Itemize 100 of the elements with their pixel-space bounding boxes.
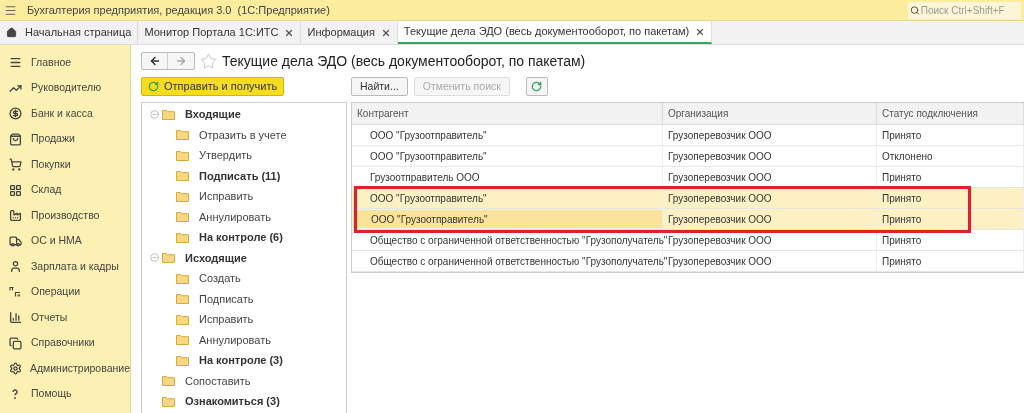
tab-label: Информация	[307, 25, 375, 41]
refresh-icon	[148, 81, 159, 92]
table-cell: ООО "Грузоотправитель"	[352, 146, 663, 166]
sidebar-item[interactable]: Склад	[31, 182, 62, 199]
close-icon[interactable]	[380, 27, 391, 38]
table-cell: ООО "Грузоотправитель"	[352, 188, 663, 208]
tree-item[interactable]: Отразить в учете	[199, 126, 287, 143]
tree-item[interactable]: Исходящие	[185, 249, 247, 266]
table-cell: Принято	[877, 188, 1024, 208]
sidebar-item[interactable]: Руководителю	[31, 80, 102, 97]
tree-item[interactable]: Подписать	[199, 290, 254, 307]
folder-icon	[176, 334, 189, 346]
refresh-button[interactable]	[525, 77, 548, 96]
table-row[interactable]: ООО "Грузоотправитель" Грузоперевозчик ООО Отклонено	[352, 146, 1024, 167]
sidebar-item[interactable]: ОС и НМА	[31, 233, 82, 250]
tree-item[interactable]: Создать	[199, 270, 241, 287]
sidebar-item[interactable]: Производство	[31, 207, 100, 224]
column-header[interactable]: Статус подключения	[877, 103, 1024, 124]
tab-label: Текущие дела ЭДО (весь документооборот, по пакетам)	[403, 24, 690, 40]
folder-icon	[176, 272, 189, 284]
folder-icon	[176, 211, 189, 223]
bar-chart-icon	[9, 311, 22, 325]
sidebar-item[interactable]: Справочники	[31, 335, 95, 352]
close-icon[interactable]	[695, 26, 706, 37]
table-row[interactable]: Общество с ограниченной ответственностью "Грузополучатель"Грузоперевозчик ООО Принято	[352, 251, 1024, 272]
search-icon	[910, 4, 920, 16]
tab[interactable]: Монитор Портала 1С:ИТС	[138, 21, 302, 44]
tree-item[interactable]: На контроле (6)	[199, 229, 283, 246]
tab-label: Монитор Портала 1С:ИТС	[144, 25, 279, 41]
folder-icon	[162, 375, 175, 387]
table-cell: Принято	[877, 230, 1024, 250]
column-header[interactable]: Организация	[663, 103, 877, 124]
table-row[interactable]: ООО "Грузоотправитель" Грузоперевозчик ООО Принято	[352, 125, 1024, 146]
table-cell: Принято	[877, 167, 1024, 187]
truck-icon	[9, 234, 22, 248]
folder-icon	[176, 149, 189, 161]
tree-item[interactable]: Сопоставить	[185, 372, 251, 389]
folder-icon	[162, 252, 175, 264]
tree-item[interactable]: Аннулировать	[199, 208, 271, 225]
table-row[interactable]: ООО "Грузоотправитель" Грузоперевозчик ООО Принято	[352, 188, 1024, 209]
folder-icon	[162, 108, 175, 120]
tree-item[interactable]: Утвердить	[199, 147, 253, 164]
table-cell: Грузоотправитель ООО	[352, 167, 663, 187]
tree-item[interactable]: Подписать (11)	[199, 167, 281, 184]
sidebar-item[interactable]: Администрирование	[29, 360, 130, 377]
folder-icon	[176, 190, 189, 202]
tab[interactable]: Текущие дела ЭДО (весь документооборот, по пакетам)	[397, 21, 713, 44]
tree-item[interactable]: На контроле (3)	[199, 352, 283, 369]
tree-item[interactable]: Исправить	[199, 188, 254, 205]
sidebar-item[interactable]: Помощь	[31, 386, 72, 403]
settings-icon	[9, 362, 22, 376]
form-title: Текущие дела ЭДО (весь документооборот, по пакетам)	[222, 51, 586, 71]
table-cell: Принято	[877, 209, 1024, 229]
menu-icon	[9, 56, 22, 70]
tab[interactable]: Информация	[301, 21, 398, 44]
cart-icon	[9, 158, 22, 172]
table-cell: Грузоперевозчик ООО	[663, 188, 877, 208]
table-cell: Принято	[877, 251, 1024, 271]
sidebar-item[interactable]: Отчеты	[31, 309, 68, 326]
forward-arrow-icon	[175, 55, 187, 67]
tab[interactable]: Начальная страница	[0, 21, 139, 44]
column-header[interactable]: Контрагент	[352, 103, 663, 124]
grid-icon	[9, 183, 22, 197]
app-title: Бухгалтерия предприятия, редакция 3.0 (1С:Предприятие)	[27, 2, 330, 18]
table-cell: ООО "Грузоотправитель"	[352, 209, 663, 229]
tree-item[interactable]: Входящие	[185, 106, 241, 123]
sidebar-item[interactable]: Операции	[31, 284, 81, 301]
table-cell: Грузоперевозчик ООО	[663, 146, 877, 166]
tree-item[interactable]: Исправить	[199, 311, 254, 328]
folder-icon	[162, 395, 175, 407]
search-field[interactable]: Поиск Ctrl+Shift+F	[908, 1, 1021, 19]
coin-icon	[9, 107, 22, 121]
table-cell: Отклонено	[877, 146, 1024, 166]
folder-icon	[176, 313, 189, 325]
folder-icon	[176, 354, 189, 366]
folder-icon	[176, 231, 189, 243]
folder-icon	[176, 129, 189, 141]
tree-item[interactable]: Аннулировать	[199, 331, 271, 348]
person-icon	[9, 260, 22, 274]
home-icon	[6, 27, 17, 38]
table-cell: Принято	[877, 125, 1024, 145]
tree-item[interactable]: Ознакомиться (3)	[185, 393, 280, 410]
send-receive-button[interactable]: Отправить и получить	[141, 77, 285, 96]
sidebar-item[interactable]: Банк и касса	[31, 105, 93, 122]
sidebar-item[interactable]: Главное	[31, 54, 72, 71]
table-cell: Грузоперевозчик ООО	[663, 209, 877, 229]
find-button[interactable]: Найти...	[351, 77, 408, 96]
sidebar-item[interactable]: Зарплата и кадры	[31, 258, 119, 275]
help-icon	[9, 388, 21, 401]
back-arrow-icon	[148, 55, 161, 67]
books-icon	[9, 336, 22, 350]
menu-icon[interactable]	[4, 3, 17, 17]
sidebar-item[interactable]: Продажи	[31, 131, 75, 148]
refresh-icon	[531, 81, 543, 92]
close-icon[interactable]	[284, 27, 295, 38]
sidebar-item[interactable]: Покупки	[31, 156, 71, 173]
favorite-star-icon[interactable]	[200, 52, 217, 70]
folder-icon	[176, 170, 189, 182]
table-row[interactable]: Грузоотправитель ООО Грузоперевозчик ООО Принято	[352, 167, 1024, 188]
table-row[interactable]: ООО "Грузоотправитель" Грузоперевозчик ООО Принято	[352, 209, 1024, 230]
